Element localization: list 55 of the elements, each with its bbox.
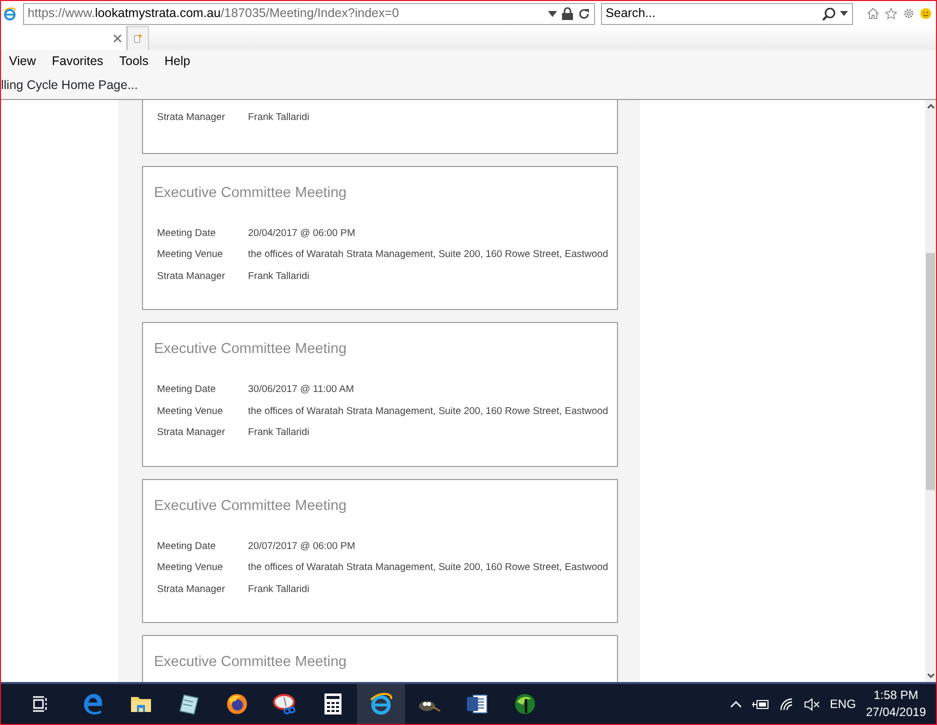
clock-time: 1:58 PM bbox=[874, 687, 918, 704]
clock-date: 27/04/2019 bbox=[866, 704, 926, 721]
field-label: Meeting Venue bbox=[157, 561, 224, 575]
field-value: Frank Tallaridi bbox=[248, 270, 310, 284]
chevron-up-icon[interactable] bbox=[730, 700, 742, 708]
star-icon[interactable] bbox=[884, 5, 897, 22]
taskbar-clock[interactable]: 1:58 PM 27/04/2019 bbox=[866, 687, 926, 721]
field-value: 20/04/2017 @ 06:00 PM bbox=[248, 226, 356, 240]
field-label: Meeting Date bbox=[157, 226, 217, 240]
lock-icon bbox=[562, 7, 573, 20]
scroll-down-icon[interactable] bbox=[926, 673, 934, 679]
scrollbar[interactable] bbox=[925, 100, 936, 682]
meeting-title: Executive Committee Meeting bbox=[154, 184, 348, 202]
battery-icon[interactable] bbox=[752, 698, 770, 710]
field-value: Frank Tallaridi bbox=[248, 111, 310, 125]
field-label: Strata Manager bbox=[157, 582, 226, 596]
caret-icon[interactable] bbox=[840, 11, 848, 16]
field-label: Meeting Date bbox=[157, 540, 217, 554]
speaker-muted-icon[interactable] bbox=[804, 698, 820, 710]
home-icon[interactable] bbox=[866, 5, 879, 22]
meeting-title: Executive Committee Meeting bbox=[154, 653, 348, 672]
language-indicator[interactable]: ENG bbox=[830, 695, 856, 713]
field-value: the offices of Waratah Strata Management, Suite 200, 160 Rowe Street, Eastwood bbox=[248, 248, 608, 262]
scroll-up-icon[interactable] bbox=[926, 103, 934, 109]
scrollbar-thumb[interactable] bbox=[926, 252, 935, 490]
browser-icon[interactable] bbox=[357, 684, 405, 724]
menu-item[interactable]: Favorites bbox=[44, 52, 112, 70]
field-value: 20/07/2017 @ 06:00 PM bbox=[248, 540, 356, 554]
search-box[interactable]: Search... bbox=[600, 2, 853, 24]
favorite-link[interactable]: lling Cycle Home Page... bbox=[1, 76, 138, 95]
meeting-title: Executive Committee Meeting bbox=[154, 340, 348, 359]
field-label: Strata Manager bbox=[157, 426, 226, 440]
field-value: the offices of Waratah Strata Management, Suite 200, 160 Rowe Street, Eastwood bbox=[248, 404, 608, 418]
caret-icon[interactable] bbox=[548, 10, 557, 16]
address-text: https://www.lookatmystrata.com.au/187035/Meeting/Index?index=0 bbox=[28, 5, 400, 22]
new-tab-icon bbox=[134, 31, 142, 46]
wifi-icon[interactable] bbox=[780, 698, 794, 710]
meeting-title: Executive Committee Meeting bbox=[154, 496, 348, 516]
field-label: Meeting Venue bbox=[157, 248, 224, 262]
field-label: Strata Manager bbox=[157, 270, 226, 284]
field-label: Meeting Date bbox=[157, 383, 217, 397]
search-icon[interactable] bbox=[822, 6, 836, 20]
menu-item[interactable]: Help bbox=[156, 52, 198, 70]
field-label: Meeting Venue bbox=[157, 404, 224, 418]
menu-item[interactable]: Tools bbox=[111, 52, 156, 70]
field-label: Strata Manager bbox=[157, 111, 226, 125]
address-bar[interactable]: https://www.lookatmystrata.com.au/187035/Meeting/Index?index=0 bbox=[22, 2, 595, 24]
smiley-icon[interactable] bbox=[920, 5, 932, 22]
close-icon[interactable] bbox=[113, 34, 122, 42]
field-value: Frank Tallaridi bbox=[248, 426, 310, 440]
menu-item[interactable]: View bbox=[1, 52, 44, 70]
field-value: Frank Tallaridi bbox=[248, 582, 310, 596]
field-value: 30/06/2017 @ 11:00 AM bbox=[248, 383, 354, 397]
refresh-icon[interactable] bbox=[578, 8, 590, 20]
field-value: the offices of Waratah Strata Management, Suite 200, 160 Rowe Street, Eastwood bbox=[248, 561, 608, 575]
